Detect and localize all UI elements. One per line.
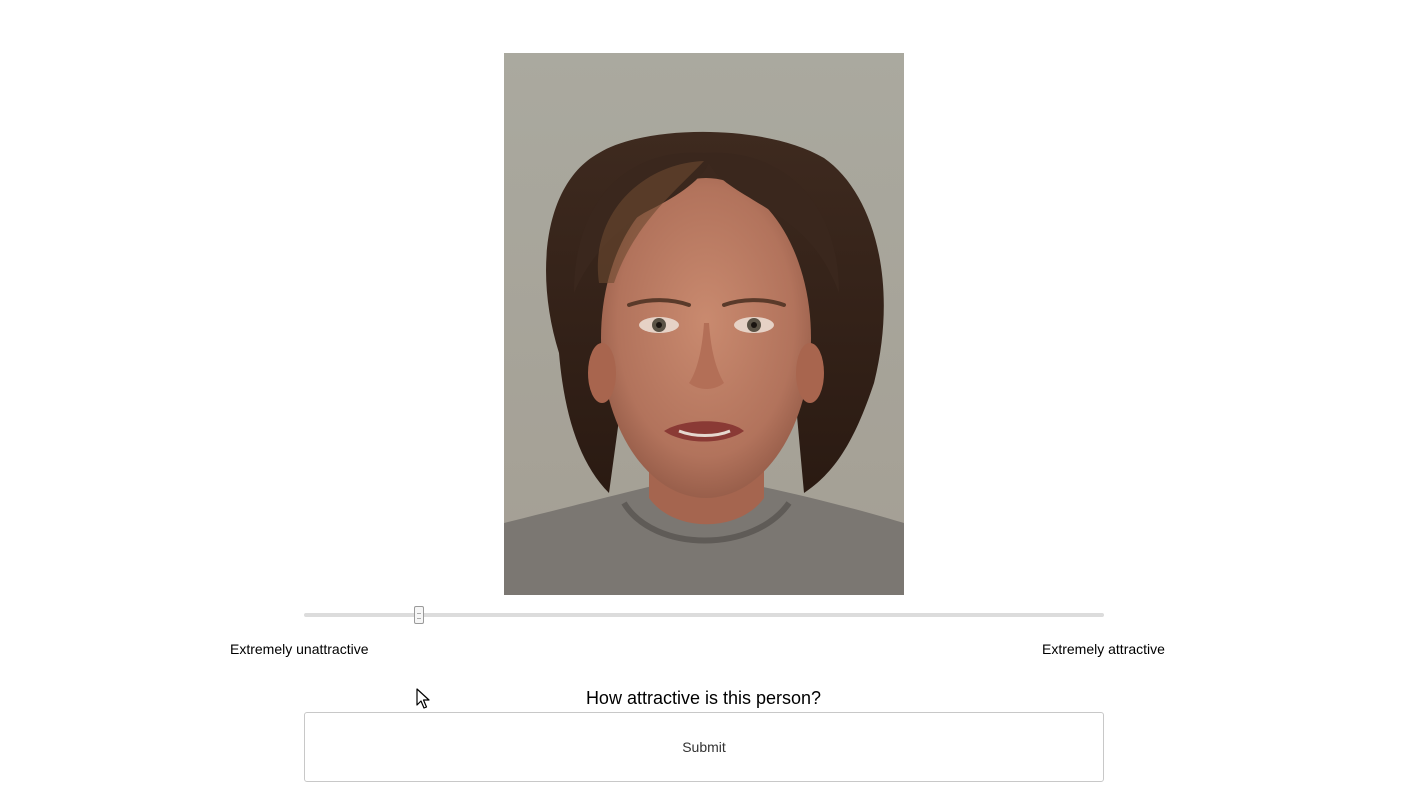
submit-button[interactable]: Submit: [304, 712, 1104, 782]
slider-max-label: Extremely attractive: [1042, 641, 1165, 657]
question-text: How attractive is this person?: [585, 688, 822, 708]
slider-handle[interactable]: [414, 606, 425, 624]
face-photo: [504, 53, 904, 595]
slider-min-label: Extremely unattractive: [230, 641, 369, 657]
attractiveness-slider[interactable]: [304, 604, 1104, 628]
rating-page: Extremely unattractive Extremely attract…: [0, 0, 1422, 800]
